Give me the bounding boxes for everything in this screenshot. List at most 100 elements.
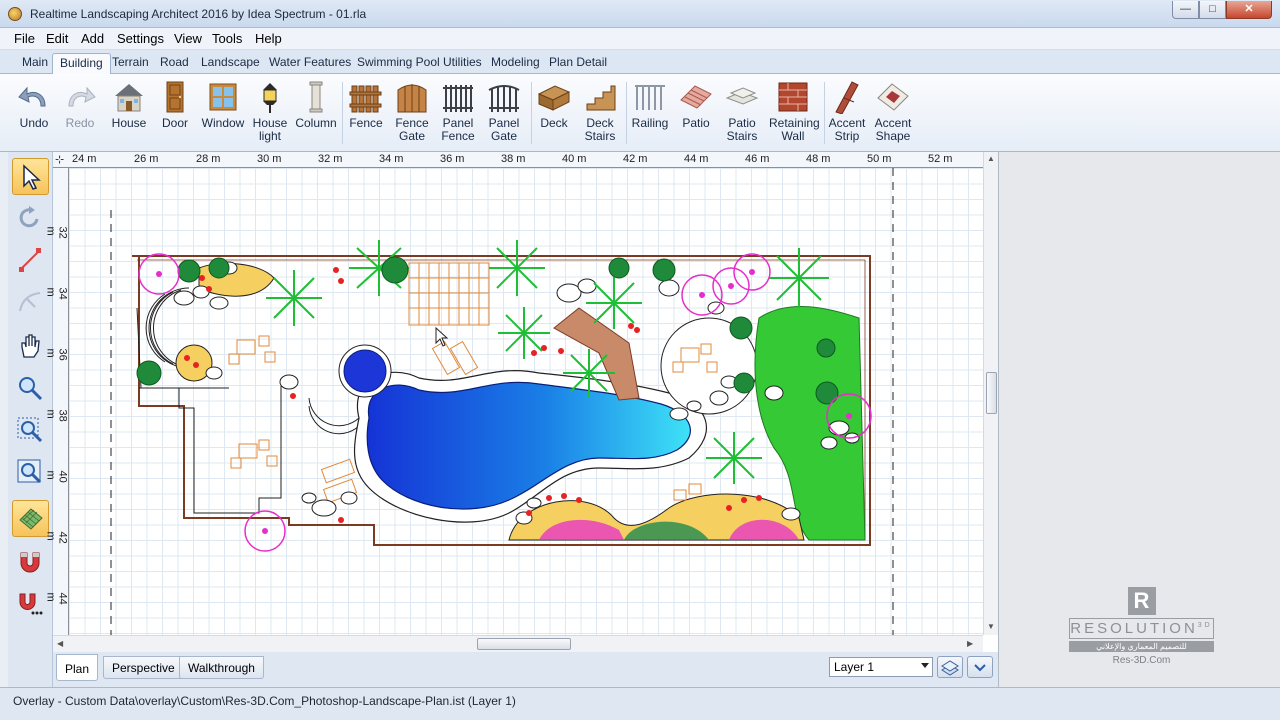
- tab-terrain[interactable]: Terrain: [105, 53, 156, 74]
- ruler-tick: 34 m: [379, 153, 404, 165]
- tab-main[interactable]: Main: [15, 53, 55, 74]
- zoom-extents-tool[interactable]: [12, 454, 49, 491]
- edit-points-icon: [19, 248, 41, 272]
- railing-button[interactable]: Railing: [626, 80, 674, 130]
- vertical-scrollbar[interactable]: ▲ ▼: [983, 152, 998, 635]
- zoom-tool[interactable]: [12, 370, 49, 407]
- logo-website: Res-3D.Com: [1112, 655, 1171, 666]
- watermark-logo: R RESOLUTION3D للتصميم المعماري والإعلان…: [1069, 587, 1214, 666]
- scroll-down-icon[interactable]: ▼: [987, 622, 995, 631]
- select-tool[interactable]: [12, 158, 49, 195]
- house-light-button[interactable]: House light: [246, 80, 294, 143]
- close-button[interactable]: ✕: [1226, 1, 1272, 19]
- fence-button[interactable]: Fence: [342, 80, 390, 130]
- layer-menu-button[interactable]: [967, 656, 993, 678]
- zoom-window-tool[interactable]: [12, 412, 49, 449]
- menu-file[interactable]: File: [14, 31, 35, 46]
- edit-points-tool[interactable]: [12, 242, 49, 279]
- pan-tool[interactable]: [12, 328, 49, 365]
- curve-tool[interactable]: [12, 284, 49, 321]
- layer-dropdown[interactable]: Layer 1: [829, 657, 933, 677]
- patio-stairs-icon: [725, 87, 759, 105]
- scroll-right-icon[interactable]: ▶: [967, 639, 973, 648]
- tab-plan[interactable]: Plan: [56, 654, 99, 681]
- fence-gate-button[interactable]: Fence Gate: [388, 80, 436, 143]
- snap-settings-tool[interactable]: [12, 586, 49, 623]
- column-button[interactable]: Column: [292, 80, 340, 130]
- landscape-plan-drawing: [110, 168, 894, 635]
- landscape-plan-canvas[interactable]: [69, 168, 983, 635]
- ruler-tick: 28 m: [196, 153, 221, 165]
- menu-add[interactable]: Add: [81, 31, 104, 46]
- door-icon: [166, 81, 184, 113]
- curve-icon: [19, 292, 41, 312]
- minimize-button[interactable]: —: [1172, 1, 1199, 19]
- tab-plan-detail[interactable]: Plan Detail: [542, 53, 614, 74]
- scroll-left-icon[interactable]: ◀: [57, 639, 63, 648]
- plan-view: ⊹ 24 m 26 m 28 m 30 m 32 m 34 m 36 m 38 …: [45, 152, 998, 652]
- window-icon: [209, 83, 237, 111]
- layers-button[interactable]: [937, 656, 963, 678]
- vertical-scroll-thumb[interactable]: [986, 372, 997, 414]
- railing-icon: [635, 85, 665, 110]
- house-button[interactable]: House: [105, 80, 153, 130]
- ruler-tick: 46 m: [745, 153, 770, 165]
- pergola: [408, 262, 490, 326]
- horizontal-scrollbar[interactable]: ◀ ▶: [53, 635, 983, 652]
- panel-gate-button[interactable]: Panel Gate: [480, 80, 528, 143]
- ribbon-tab-bar: Main Building Terrain Road Landscape Wat…: [0, 50, 1280, 74]
- retaining-wall-icon: [778, 82, 808, 112]
- grid-icon: [19, 508, 43, 530]
- menu-view[interactable]: View: [174, 31, 202, 46]
- column-icon: [309, 81, 323, 113]
- ruler-origin-icon[interactable]: ⊹: [55, 153, 64, 166]
- grid-toggle[interactable]: [12, 500, 49, 537]
- horizontal-scroll-thumb[interactable]: [477, 638, 571, 650]
- patio-button[interactable]: Patio: [672, 80, 720, 130]
- tab-utilities[interactable]: Utilities: [436, 53, 489, 74]
- tab-walkthrough[interactable]: Walkthrough: [179, 656, 264, 679]
- accent-strip-button[interactable]: Accent Strip: [823, 80, 871, 143]
- fence-icon: [349, 85, 382, 113]
- status-text: Overlay - Custom Data\overlay\Custom\Res…: [13, 694, 516, 708]
- tab-perspective[interactable]: Perspective: [103, 656, 184, 679]
- tab-road[interactable]: Road: [153, 53, 196, 74]
- ruler-tick: 42 m: [623, 153, 648, 165]
- menu-help[interactable]: Help: [255, 31, 282, 46]
- tab-building[interactable]: Building: [52, 53, 111, 74]
- redo-button[interactable]: Redo: [56, 80, 104, 130]
- panel-fence-button[interactable]: Panel Fence: [434, 80, 482, 143]
- lamp-icon: [263, 83, 277, 113]
- deck-icon: [537, 85, 571, 111]
- ruler-vertical: 32 m 34 m 36 m 38 m 40 m 42 m 44 m: [45, 168, 69, 635]
- patio-stairs-button[interactable]: Patio Stairs: [718, 80, 766, 143]
- ruler-tick: 32 m: [44, 226, 69, 239]
- tab-swimming-pool[interactable]: Swimming Pool: [350, 53, 447, 74]
- logo-tagline: للتصميم المعماري والإعلاني: [1069, 641, 1214, 652]
- rotate-tool[interactable]: [12, 200, 49, 237]
- maximize-button[interactable]: □: [1199, 1, 1226, 19]
- snap-tool[interactable]: [12, 544, 49, 581]
- ruler-tick: 40 m: [562, 153, 587, 165]
- menu-tools[interactable]: Tools: [212, 31, 242, 46]
- retaining-wall-button[interactable]: Retaining Wall: [769, 80, 820, 143]
- window-button[interactable]: Window: [199, 80, 247, 130]
- tab-water-features[interactable]: Water Features: [262, 53, 358, 74]
- deck-stairs-button[interactable]: Deck Stairs: [576, 80, 624, 143]
- scroll-up-icon[interactable]: ▲: [987, 154, 995, 163]
- ruler-tick: 32 m: [318, 153, 343, 165]
- accent-shape-button[interactable]: Accent Shape: [869, 80, 917, 143]
- door-button[interactable]: Door: [151, 80, 199, 130]
- magnet-icon: [20, 552, 40, 573]
- rotate-icon: [19, 206, 39, 228]
- tab-landscape[interactable]: Landscape: [194, 53, 267, 74]
- deck-button[interactable]: Deck: [530, 80, 578, 130]
- menu-edit[interactable]: Edit: [46, 31, 68, 46]
- menu-settings[interactable]: Settings: [117, 31, 164, 46]
- view-tabs-bar: Plan Perspective Walkthrough Layer 1: [53, 652, 998, 687]
- ruler-tick: 36 m: [440, 153, 465, 165]
- undo-button[interactable]: Undo: [10, 80, 58, 130]
- app-icon[interactable]: [8, 7, 22, 21]
- tab-modeling[interactable]: Modeling: [484, 53, 547, 74]
- panel-gate-icon: [488, 85, 520, 112]
